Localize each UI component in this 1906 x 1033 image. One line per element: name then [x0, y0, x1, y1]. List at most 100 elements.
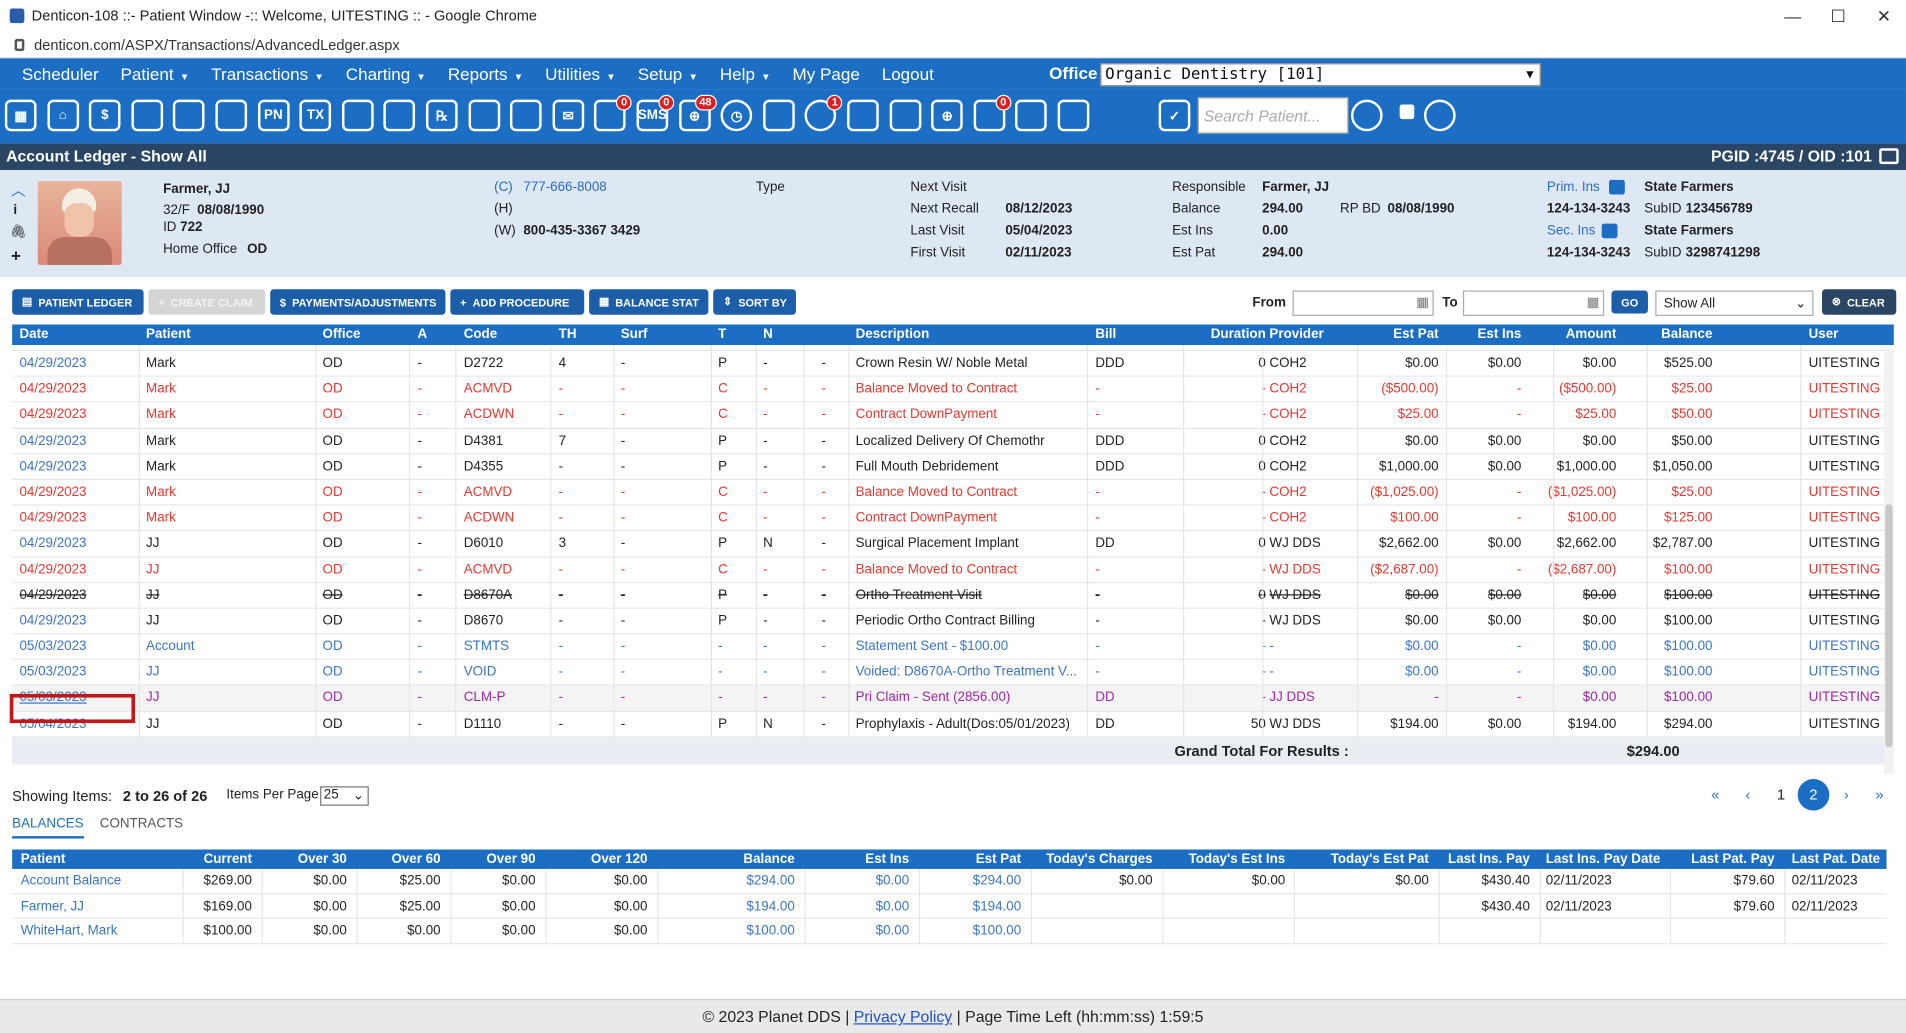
table-row[interactable]: 04/29/2023 Mark OD - ACDWN - - C - - Contract Down…: [12, 505, 1894, 532]
menu-item-help[interactable]: Help ▼: [720, 64, 771, 83]
ledger-col-a[interactable]: A: [417, 327, 427, 342]
menu-item-scheduler[interactable]: Scheduler: [22, 64, 99, 83]
patient-ledger-button[interactable]: ▤ PATIENT LEDGER: [12, 289, 144, 315]
ledger-date-link[interactable]: 04/29/2023: [19, 485, 86, 500]
edit-card-icon[interactable]: [1601, 223, 1618, 239]
address-bar[interactable]: denticon.com/ASPX/Transactions/AdvancedL…: [0, 32, 1906, 59]
table-row[interactable]: 04/29/2023 JJ OD - D8670A - - P - - Ortho Treatmen…: [12, 582, 1894, 609]
search-patient-icon[interactable]: [1350, 99, 1383, 132]
info-icon[interactable]: i: [13, 203, 17, 218]
users-icon[interactable]: [1424, 99, 1456, 132]
collapse-icon[interactable]: ︿: [11, 180, 26, 201]
balance-patient-link[interactable]: Account Balance: [21, 874, 121, 889]
balance-col-est-pat[interactable]: Est Pat: [976, 852, 1021, 867]
page-1-button[interactable]: 1: [1777, 786, 1785, 803]
ledger-col-code[interactable]: Code: [464, 327, 497, 342]
privacy-policy-link[interactable]: Privacy Policy: [854, 1007, 952, 1025]
ledger-date-link[interactable]: 04/29/2023: [19, 562, 86, 577]
calendar-icon[interactable]: ▦: [1416, 294, 1429, 310]
minimize-button[interactable]: —: [1784, 6, 1801, 25]
clock-icon[interactable]: ◷: [720, 99, 753, 132]
balance-col-last-ins-pay-date[interactable]: Last Ins. Pay Date: [1546, 852, 1661, 867]
scrollbar-thumb[interactable]: [1885, 504, 1893, 748]
pn-icon[interactable]: PN: [257, 99, 290, 132]
create-claim-button[interactable]: + CREATE CLAIM: [148, 289, 266, 315]
menu-item-transactions[interactable]: Transactions ▼: [211, 64, 324, 83]
ledger-date-link[interactable]: 04/29/2023: [19, 433, 86, 448]
balance-col-patient[interactable]: Patient: [21, 852, 66, 867]
ledger-date-link[interactable]: 04/29/2023: [19, 408, 86, 423]
ledger-col-user[interactable]: User: [1809, 327, 1839, 342]
per-page-select[interactable]: 25 ⌄: [320, 786, 369, 806]
network-icon[interactable]: [762, 99, 795, 132]
sort-by-button[interactable]: ⇕ SORT BY: [713, 289, 796, 315]
balance-col-last-pat-date[interactable]: Last Pat. Date: [1792, 852, 1881, 867]
balance-col-over-90[interactable]: Over 90: [486, 852, 535, 867]
ledger-date-link[interactable]: 05/03/2023: [19, 639, 86, 654]
table-row[interactable]: 05/03/2023 Account OD - STMTS - - - - - Statement …: [12, 634, 1894, 661]
ledger-col-surf[interactable]: Surf: [621, 327, 648, 342]
calendar-icon[interactable]: ▦: [1587, 294, 1600, 310]
ledger-col-th[interactable]: TH: [559, 327, 577, 342]
office-select[interactable]: Organic Dentistry [101] ▼: [1100, 63, 1541, 87]
balance-col-last-ins-pay[interactable]: Last Ins. Pay: [1448, 852, 1530, 867]
balance-patient-link[interactable]: Farmer, JJ: [21, 899, 84, 914]
ledger-col-description[interactable]: Description: [856, 327, 930, 342]
ledger-col-est-pat[interactable]: Est Pat: [1393, 327, 1438, 342]
chart-edit-icon[interactable]: [131, 99, 163, 132]
table-row[interactable]: 04/29/2023 Mark OD - ACDWN - - C - - Contract Down…: [12, 402, 1894, 429]
ledger-date-link[interactable]: 04/29/2023: [19, 511, 86, 526]
menu-item-charting[interactable]: Charting ▼: [346, 64, 426, 83]
to-date-input[interactable]: ▦: [1462, 290, 1605, 316]
help-tooth-icon[interactable]: [889, 99, 921, 132]
ledger-col-bill[interactable]: Bill: [1095, 327, 1116, 342]
sms-icon[interactable]: SMS 0: [636, 94, 675, 132]
menu-item-reports[interactable]: Reports ▼: [448, 64, 523, 83]
close-button[interactable]: ✕: [1877, 6, 1891, 27]
check-icon[interactable]: ✓: [1158, 99, 1191, 132]
tooth-icon[interactable]: [847, 99, 879, 132]
first-page-button[interactable]: «: [1711, 786, 1719, 803]
balance-col-est-ins[interactable]: Est Ins: [865, 852, 909, 867]
prev-page-button[interactable]: ‹: [1745, 786, 1750, 803]
tab-contracts[interactable]: CONTRACTS: [100, 817, 183, 832]
add-patient-icon[interactable]: [341, 99, 374, 132]
ledger-col-balance[interactable]: Balance: [1661, 327, 1712, 342]
calendar-icon[interactable]: ▦: [4, 99, 37, 132]
table-row[interactable]: 04/29/2023 Mark OD - ACMVD - - C - - Balance Moved…: [12, 479, 1894, 506]
last-page-button[interactable]: »: [1876, 786, 1884, 803]
filter-select[interactable]: Show All ⌄: [1655, 290, 1814, 316]
ledger-col-amount[interactable]: Amount: [1566, 327, 1617, 342]
ledger-col-n[interactable]: N: [763, 327, 773, 342]
ledger-col-est-ins[interactable]: Est Ins: [1477, 327, 1521, 342]
clear-button[interactable]: ⊗ CLEAR: [1821, 289, 1897, 315]
phone-c[interactable]: 777-666-8008: [523, 180, 606, 195]
sec-ins-link[interactable]: Sec. Ins: [1547, 224, 1595, 239]
ledger-date-link[interactable]: 04/29/2023: [19, 356, 86, 371]
ledger-col-provider[interactable]: Provider: [1269, 327, 1323, 342]
printer-icon[interactable]: [1057, 99, 1090, 132]
web-icon[interactable]: ⊕ 48: [678, 94, 717, 132]
from-date-input[interactable]: ▦: [1292, 290, 1434, 316]
group-icon[interactable]: [1015, 99, 1048, 132]
ledger-scrollbar[interactable]: [1884, 348, 1894, 775]
message-icon[interactable]: 0: [594, 94, 633, 132]
ledger-date-link[interactable]: 04/29/2023: [19, 459, 86, 474]
ledger-col-t[interactable]: T: [718, 327, 726, 342]
add-icon[interactable]: +: [11, 245, 21, 264]
url-text[interactable]: denticon.com/ASPX/Transactions/AdvancedL…: [34, 36, 400, 53]
perio-icon[interactable]: [215, 99, 248, 132]
table-row[interactable]: 04/29/2023 JJ OD - D6010 3 - P N - Surgical Placem…: [12, 531, 1894, 558]
dollar-icon[interactable]: $: [89, 99, 121, 132]
tx-icon[interactable]: TX: [299, 99, 332, 132]
search-patient-input[interactable]: Search Patient...: [1197, 97, 1349, 134]
tab-balances[interactable]: BALANCES: [12, 817, 84, 839]
table-row[interactable]: 04/29/2023 Mark OD - ACMVD - - C - - Balance Moved…: [12, 376, 1894, 403]
globe-icon[interactable]: ⊕: [931, 99, 963, 132]
print-forms-icon[interactable]: [510, 99, 542, 132]
menu-item-utilities[interactable]: Utilities ▼: [545, 64, 616, 83]
balance-col-over-30[interactable]: Over 30: [298, 852, 347, 867]
attach-icon[interactable]: 🖇: [10, 224, 27, 240]
balance-col-today-s-charges[interactable]: Today's Charges: [1046, 852, 1152, 867]
menu-item-patient[interactable]: Patient ▼: [121, 64, 190, 83]
